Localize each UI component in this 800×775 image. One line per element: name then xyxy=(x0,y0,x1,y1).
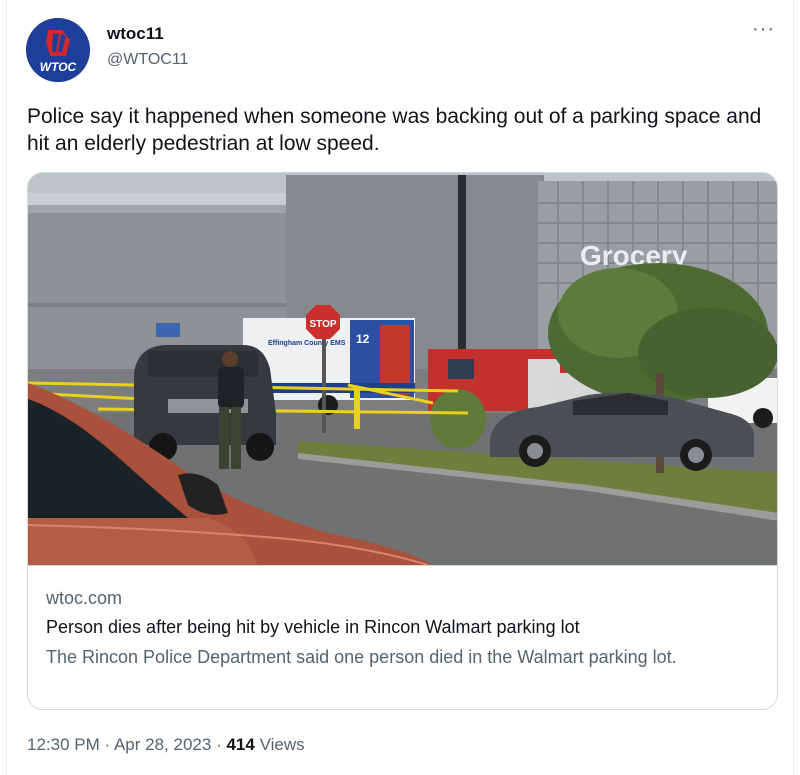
more-horizontal-icon[interactable]: ··· xyxy=(752,19,780,44)
tweet: WTOC wtoc11 @WTOC11 ··· Police say it ha… xyxy=(0,0,800,775)
ambulance-number: 12 xyxy=(356,332,370,346)
card-meta: wtoc.com Person dies after being hit by … xyxy=(28,565,777,709)
author-avatar[interactable]: WTOC xyxy=(26,18,90,82)
ambulance-text: Effingham County EMS xyxy=(268,340,346,347)
meta-separator: · xyxy=(104,735,111,754)
card-title[interactable]: Person dies after being hit by vehicle i… xyxy=(46,617,756,638)
views-label: Views xyxy=(259,735,305,754)
card-image[interactable]: Grocery Effingham County EMS 12 STOP xyxy=(28,173,778,565)
card-domain: wtoc.com xyxy=(46,588,123,608)
tweet-meta: 12:30 PM · Apr 28, 2023 · 414 Views xyxy=(27,735,305,755)
tweet-date[interactable]: Apr 28, 2023 xyxy=(114,735,211,754)
card-description: The Rincon Police Department said one pe… xyxy=(46,647,677,667)
author-display-name[interactable]: wtoc11 xyxy=(107,24,164,44)
link-card[interactable]: Grocery Effingham County EMS 12 STOP wto… xyxy=(27,172,778,710)
stop-sign-text: STOP xyxy=(309,319,336,330)
author-handle[interactable]: @WTOC11 xyxy=(107,51,188,69)
tweet-time[interactable]: 12:30 PM xyxy=(27,735,100,754)
meta-separator-2: · xyxy=(216,735,222,754)
wtoc-logo-icon: WTOC xyxy=(26,18,90,82)
avatar-text: WTOC xyxy=(40,60,77,74)
tweet-text: Police say it happened when someone was … xyxy=(27,105,762,155)
views-count: 414 xyxy=(226,735,255,754)
